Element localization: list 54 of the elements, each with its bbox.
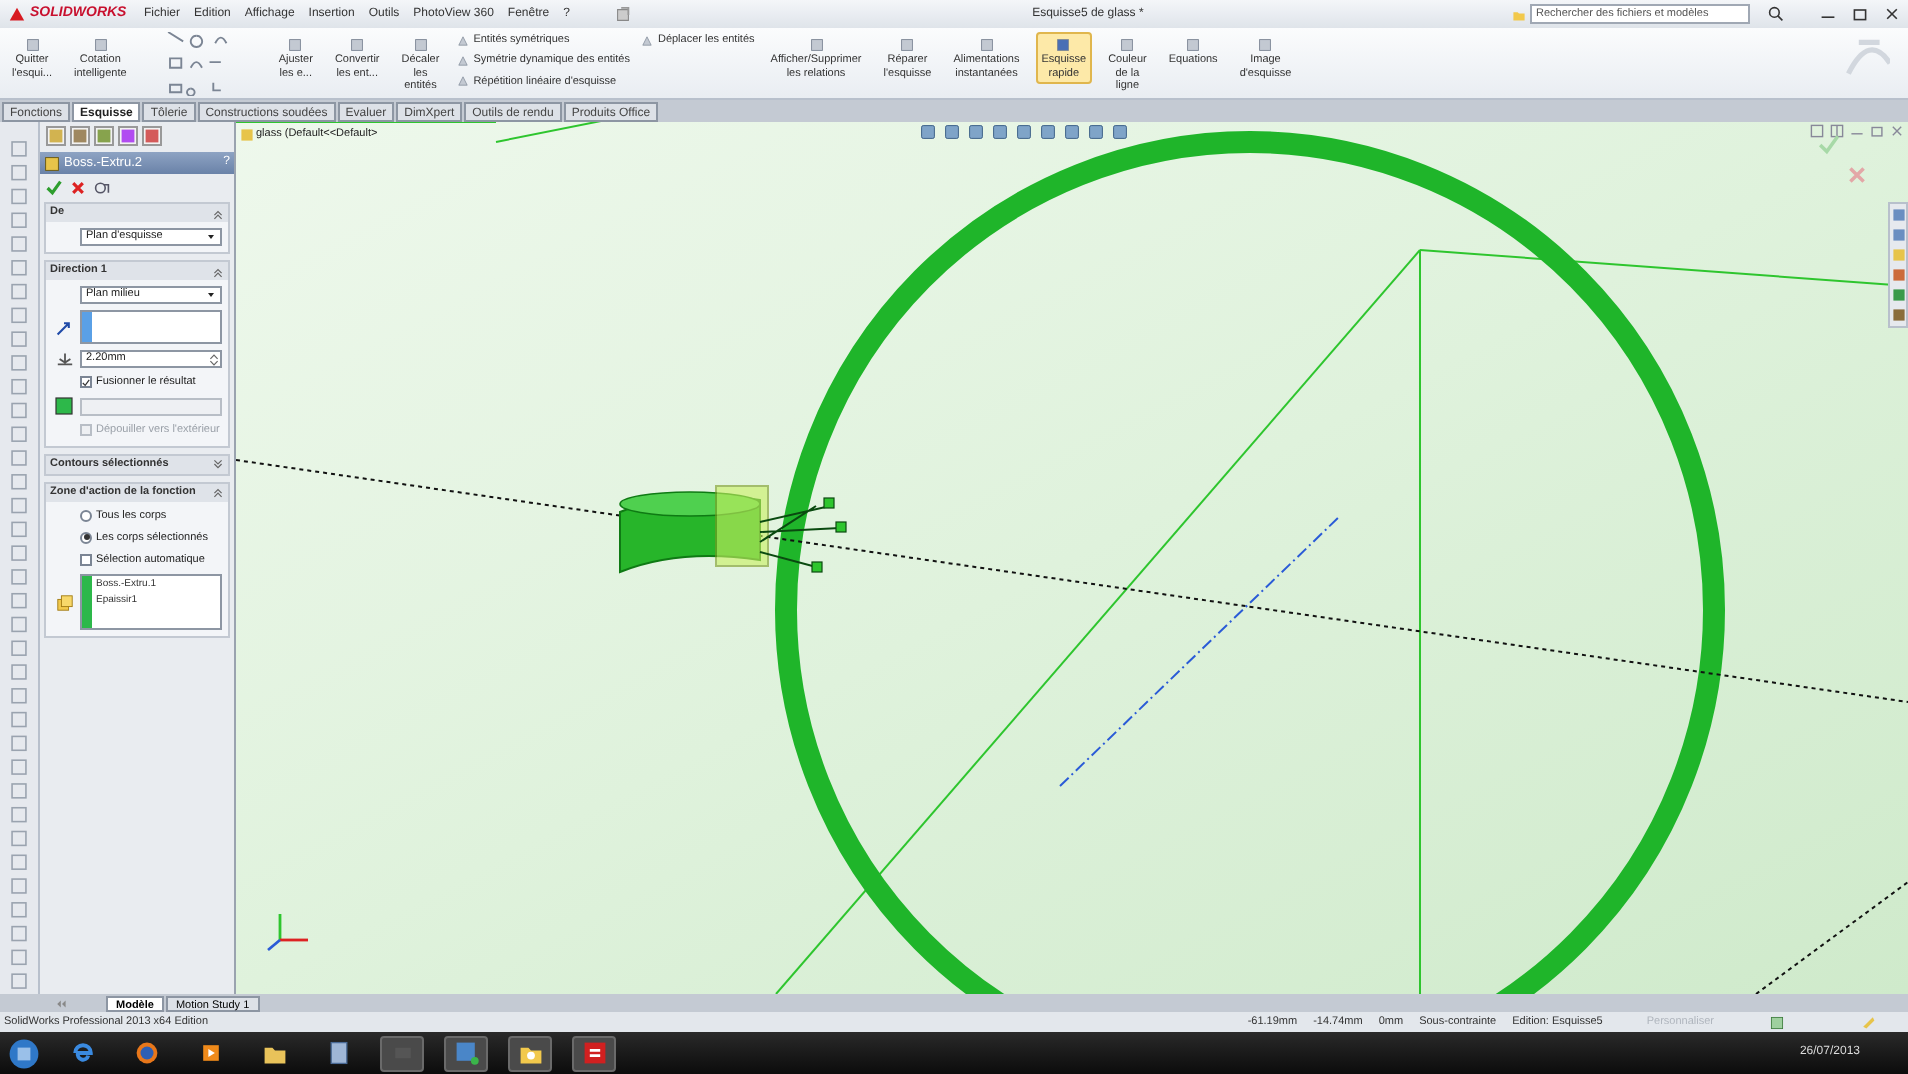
tool-icon [23,36,41,54]
tool-icon [1256,36,1275,54]
part-icon [240,127,254,142]
tool-icon [1118,36,1137,54]
checkmark-icon[interactable] [46,180,62,196]
split-icon[interactable] [1830,124,1844,138]
app-window-icon[interactable] [453,1040,479,1066]
calculator-icon[interactable] [325,1040,351,1066]
folder-icon [1512,7,1526,21]
close-icon[interactable] [1884,6,1900,22]
media-player-icon[interactable] [197,1040,223,1066]
checkbox[interactable] [80,554,92,567]
check-icon [82,377,90,388]
tool-icon [411,36,430,54]
browser-icon[interactable] [69,1040,95,1066]
spinner-arrows-icon[interactable] [208,351,220,367]
cad-app-icon[interactable] [581,1040,607,1066]
logo-icon [8,5,26,23]
tool-icon [348,36,367,54]
color-swatch-icon[interactable] [54,396,74,417]
direction-arrow-icon[interactable] [56,319,72,335]
expand-icon[interactable] [212,458,224,470]
axis-triad-icon [267,914,308,952]
restore-icon[interactable] [1852,6,1868,22]
caret-icon [206,290,216,300]
browser-icon[interactable] [133,1040,159,1066]
collapse-icon[interactable] [212,207,224,219]
checkbox[interactable] [80,376,92,389]
tool-icon [898,36,917,54]
radio-button[interactable] [80,531,92,544]
tool-icon [286,36,305,54]
tile-icon[interactable] [1810,124,1824,138]
tool-icon [807,36,825,54]
tool-icon [1184,36,1203,54]
sketch-toolbar-drawing[interactable] [8,138,30,994]
radio-button[interactable] [80,509,92,522]
tool-icon [1054,36,1073,54]
status-icon[interactable] [1770,1015,1784,1029]
cancel-icon[interactable] [70,180,86,196]
tool-icon [639,33,654,48]
bodies-icon [55,593,73,612]
start-button-icon[interactable] [8,1037,40,1069]
depth-icon [55,350,73,368]
detail-preview-icon[interactable] [94,180,110,196]
confirm-icon[interactable] [1818,134,1840,156]
search-icon[interactable] [1768,6,1784,22]
collapse-icon[interactable] [212,265,224,277]
tool-icon [977,36,996,54]
feature-icon [44,155,60,171]
color-field[interactable] [80,397,222,416]
collapse-icon[interactable] [212,486,224,498]
sketch-handles-drawing [759,497,847,573]
caret-icon [206,232,216,242]
tool-icon [91,36,110,54]
